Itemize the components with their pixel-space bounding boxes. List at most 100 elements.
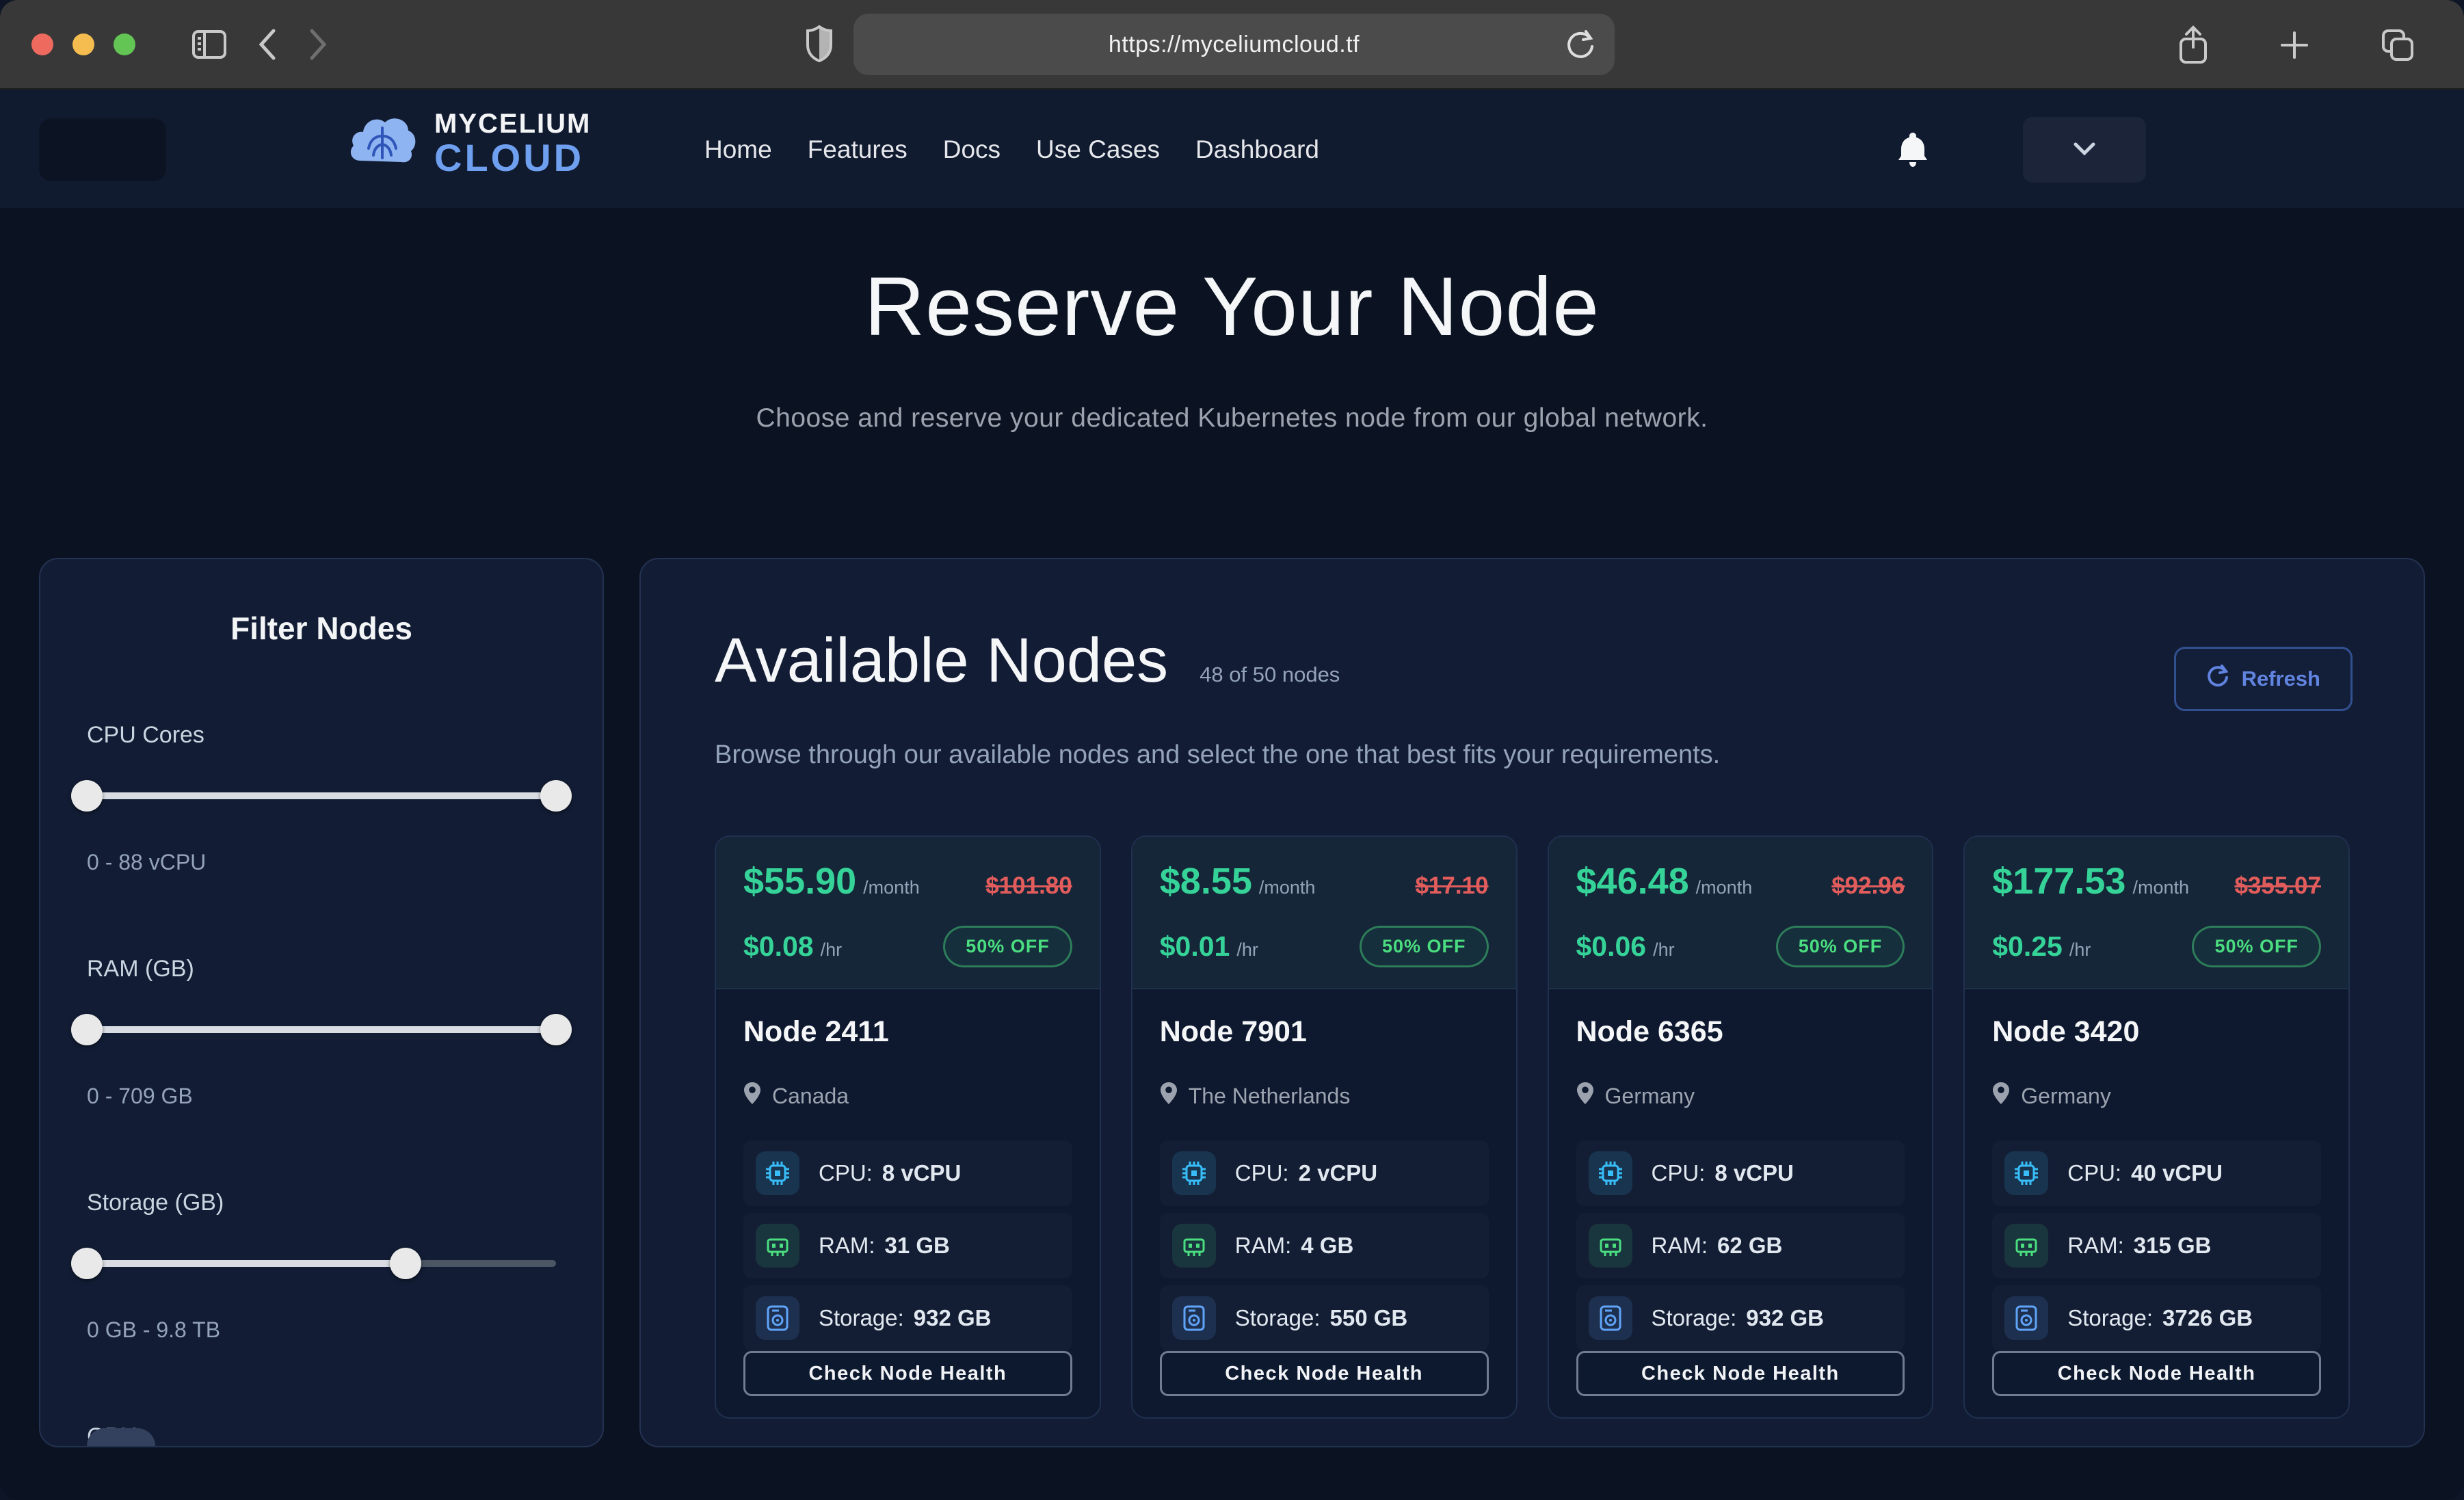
slider-thumb-min[interactable] xyxy=(71,780,103,812)
slider-thumb-max[interactable] xyxy=(390,1248,421,1279)
check-node-health-button[interactable]: Check Node Health xyxy=(1160,1351,1489,1396)
per-hour-label: /hr xyxy=(821,939,843,960)
location-pin-icon xyxy=(1160,1082,1178,1110)
discount-badge: 50% OFF xyxy=(943,926,1072,967)
brand-line2: CLOUD xyxy=(434,139,591,177)
spec-value: 8 vCPU xyxy=(882,1160,962,1186)
slider-thumb-max[interactable] xyxy=(540,1014,572,1045)
back-button[interactable] xyxy=(257,28,278,61)
available-nodes-panel: Available Nodes 48 of 50 nodes Refresh B… xyxy=(639,558,2425,1447)
nav-link-docs[interactable]: Docs xyxy=(943,135,1001,164)
chevron-down-icon xyxy=(2073,142,2096,159)
privacy-shield-icon[interactable] xyxy=(806,25,833,66)
check-node-health-button[interactable]: Check Node Health xyxy=(1576,1351,1905,1396)
slider-active-track xyxy=(87,1260,406,1267)
check-node-health-button[interactable]: Check Node Health xyxy=(743,1351,1072,1396)
minimize-window-button[interactable] xyxy=(72,34,94,55)
forward-button[interactable] xyxy=(308,28,328,61)
traffic-lights xyxy=(31,34,135,55)
spec-row-storage: Storage:3726 GB xyxy=(1992,1285,2321,1351)
ram-icon xyxy=(2004,1224,2048,1268)
spec-label: RAM: xyxy=(819,1233,875,1258)
per-month-label: /month xyxy=(1696,877,1753,898)
spec-label: CPU: xyxy=(1235,1160,1289,1186)
ram-icon xyxy=(1172,1224,1216,1268)
storage-range-slider[interactable] xyxy=(87,1248,556,1279)
filter-range-cpu: 0 - 88 vCPU xyxy=(87,850,556,875)
spec-label: CPU: xyxy=(819,1160,873,1186)
spec-label: RAM: xyxy=(1652,1233,1708,1258)
spec-value: 62 GB xyxy=(1717,1233,1782,1258)
mycelium-cloud-logo-icon xyxy=(345,109,421,178)
gpu-toggle[interactable] xyxy=(87,1428,155,1447)
monthly-price: $46.48 xyxy=(1576,861,1689,902)
new-tab-icon[interactable] xyxy=(2279,30,2309,60)
nav-link-use-cases[interactable]: Use Cases xyxy=(1036,135,1160,164)
old-price: $355.07 xyxy=(2234,872,2321,900)
check-node-health-button[interactable]: Check Node Health xyxy=(1992,1351,2321,1396)
refresh-button[interactable]: Refresh xyxy=(2174,647,2353,711)
node-name: Node 7901 xyxy=(1160,1015,1489,1049)
spec-label: Storage: xyxy=(819,1305,904,1330)
sidebar-toggle-icon[interactable] xyxy=(191,29,227,59)
notifications-bell-icon[interactable] xyxy=(1882,120,1944,181)
page-title: Reserve Your Node xyxy=(0,209,2464,354)
node-count-label: 48 of 50 nodes xyxy=(1200,662,1340,687)
spec-row-ram: RAM:315 GB xyxy=(1992,1213,2321,1278)
address-bar-url: https://myceliumcloud.tf xyxy=(1109,31,1360,58)
node-price-header: $177.53/month $355.07 $0.25/hr 50% OFF xyxy=(1965,837,2348,989)
node-card-body: Node 3420 Germany xyxy=(1965,989,2348,1419)
slider-thumb-min[interactable] xyxy=(71,1248,103,1279)
user-menu-button[interactable] xyxy=(2023,117,2146,183)
node-name: Node 3420 xyxy=(1992,1015,2321,1049)
slider-thumb-max[interactable] xyxy=(540,780,572,812)
address-bar[interactable]: https://myceliumcloud.tf xyxy=(853,14,1615,75)
hourly-price: $0.08 xyxy=(743,930,814,962)
reload-icon[interactable] xyxy=(1565,29,1595,65)
old-price: $101.80 xyxy=(985,872,1072,900)
share-icon[interactable] xyxy=(2178,25,2208,65)
cpu-range-slider[interactable] xyxy=(87,780,556,812)
spec-row-cpu: CPU:40 vCPU xyxy=(1992,1140,2321,1206)
spec-value: 315 GB xyxy=(2134,1233,2212,1258)
filter-panel: Filter Nodes CPU Cores 0 - 88 vCPU RAM (… xyxy=(39,558,604,1447)
spec-row-storage: Storage:932 GB xyxy=(1576,1285,1905,1351)
per-hour-label: /hr xyxy=(2069,939,2091,960)
spec-label: CPU: xyxy=(2067,1160,2121,1186)
slider-thumb-min[interactable] xyxy=(71,1014,103,1045)
ram-icon xyxy=(756,1224,799,1268)
zoom-window-button[interactable] xyxy=(114,34,135,55)
nav-link-dashboard[interactable]: Dashboard xyxy=(1195,135,1319,164)
spec-label: CPU: xyxy=(1652,1160,1706,1186)
nav-link-features[interactable]: Features xyxy=(808,135,908,164)
available-nodes-subtitle: Browse through our available nodes and s… xyxy=(715,740,2350,770)
brand-logo[interactable]: MYCELIUM CLOUD xyxy=(345,109,591,178)
node-card: $177.53/month $355.07 $0.25/hr 50% OFF N… xyxy=(1963,835,2350,1419)
node-card-body: Node 7901 The Netherlands xyxy=(1132,989,1516,1419)
cpu-icon xyxy=(756,1151,799,1195)
tab-overview-icon[interactable] xyxy=(2381,28,2415,62)
slider-active-track xyxy=(87,792,556,799)
nav-link-home[interactable]: Home xyxy=(704,135,772,164)
node-location: Germany xyxy=(1605,1084,1695,1109)
brand-wordmark: MYCELIUM CLOUD xyxy=(434,110,591,177)
node-specs: CPU:8 vCPU xyxy=(1576,1140,1905,1351)
filter-range-ram: 0 - 709 GB xyxy=(87,1084,556,1109)
close-window-button[interactable] xyxy=(31,34,53,55)
cpu-icon xyxy=(1589,1151,1632,1195)
hourly-price: $0.01 xyxy=(1160,930,1230,962)
spec-label: Storage: xyxy=(1235,1305,1321,1330)
monthly-price: $8.55 xyxy=(1160,861,1252,902)
spec-label: RAM: xyxy=(1235,1233,1292,1258)
node-name: Node 2411 xyxy=(743,1015,1072,1049)
per-hour-label: /hr xyxy=(1236,939,1258,960)
storage-icon xyxy=(1172,1296,1216,1340)
node-specs: CPU: 2 vCPU xyxy=(1160,1140,1489,1351)
ram-range-slider[interactable] xyxy=(87,1014,556,1045)
spec-value: 2 vCPU xyxy=(1299,1160,1378,1186)
node-card: $8.55/month $17.10 $0.01/hr 50% OFF Node… xyxy=(1131,835,1518,1419)
node-specs: CPU:40 vCPU xyxy=(1992,1140,2321,1351)
site-navbar: MYCELIUM CLOUD Home Features Docs Use Ca… xyxy=(0,90,2464,209)
spec-label: Storage: xyxy=(1652,1305,1737,1330)
monthly-price: $177.53 xyxy=(1992,861,2125,902)
